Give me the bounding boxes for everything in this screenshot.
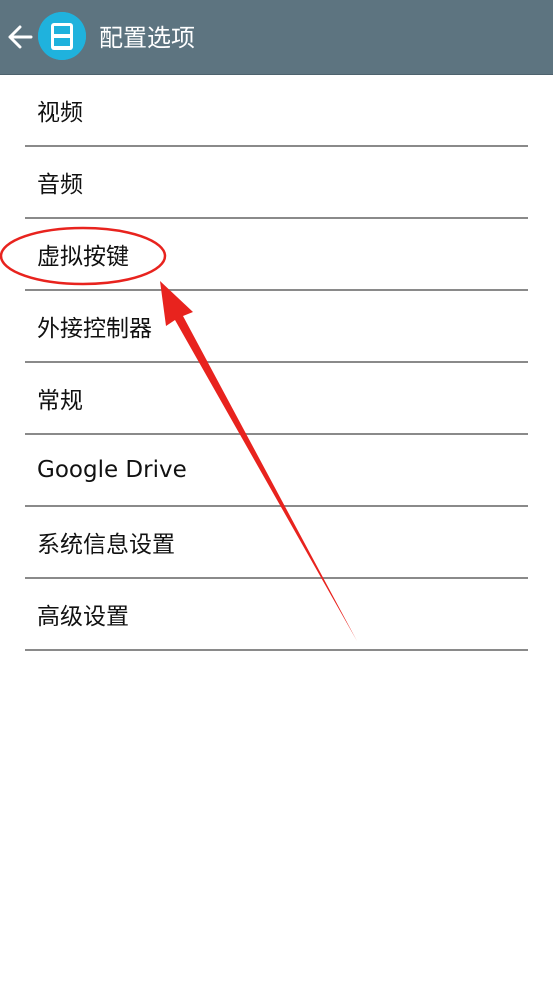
ds-console-icon <box>38 12 86 60</box>
menu-item-general[interactable]: 常规 <box>25 363 528 435</box>
menu-item-label: 系统信息设置 <box>37 532 175 558</box>
menu-item-label: 常规 <box>37 388 83 414</box>
menu-item-label: Google Drive <box>37 457 187 483</box>
menu-item-advanced[interactable]: 高级设置 <box>25 579 528 651</box>
menu-item-label: 高级设置 <box>37 604 129 630</box>
settings-menu: 视频 音频 虚拟按键 外接控制器 常规 Google Drive 系统信息设置 … <box>25 75 528 651</box>
menu-item-video[interactable]: 视频 <box>25 75 528 147</box>
menu-item-virtual-buttons[interactable]: 虚拟按键 <box>25 219 528 291</box>
menu-item-google-drive[interactable]: Google Drive <box>25 435 528 507</box>
page-title: 配置选项 <box>99 24 195 52</box>
menu-item-audio[interactable]: 音频 <box>25 147 528 219</box>
app-logo <box>38 12 86 60</box>
menu-item-label: 虚拟按键 <box>37 244 129 270</box>
menu-item-external-controller[interactable]: 外接控制器 <box>25 291 528 363</box>
back-button[interactable] <box>4 20 36 54</box>
menu-item-label: 外接控制器 <box>37 316 152 342</box>
app-bar: 配置选项 <box>0 0 553 75</box>
menu-item-system-info[interactable]: 系统信息设置 <box>25 507 528 579</box>
arrow-left-icon <box>8 25 33 49</box>
menu-item-label: 音频 <box>37 172 83 198</box>
menu-item-label: 视频 <box>37 100 83 126</box>
